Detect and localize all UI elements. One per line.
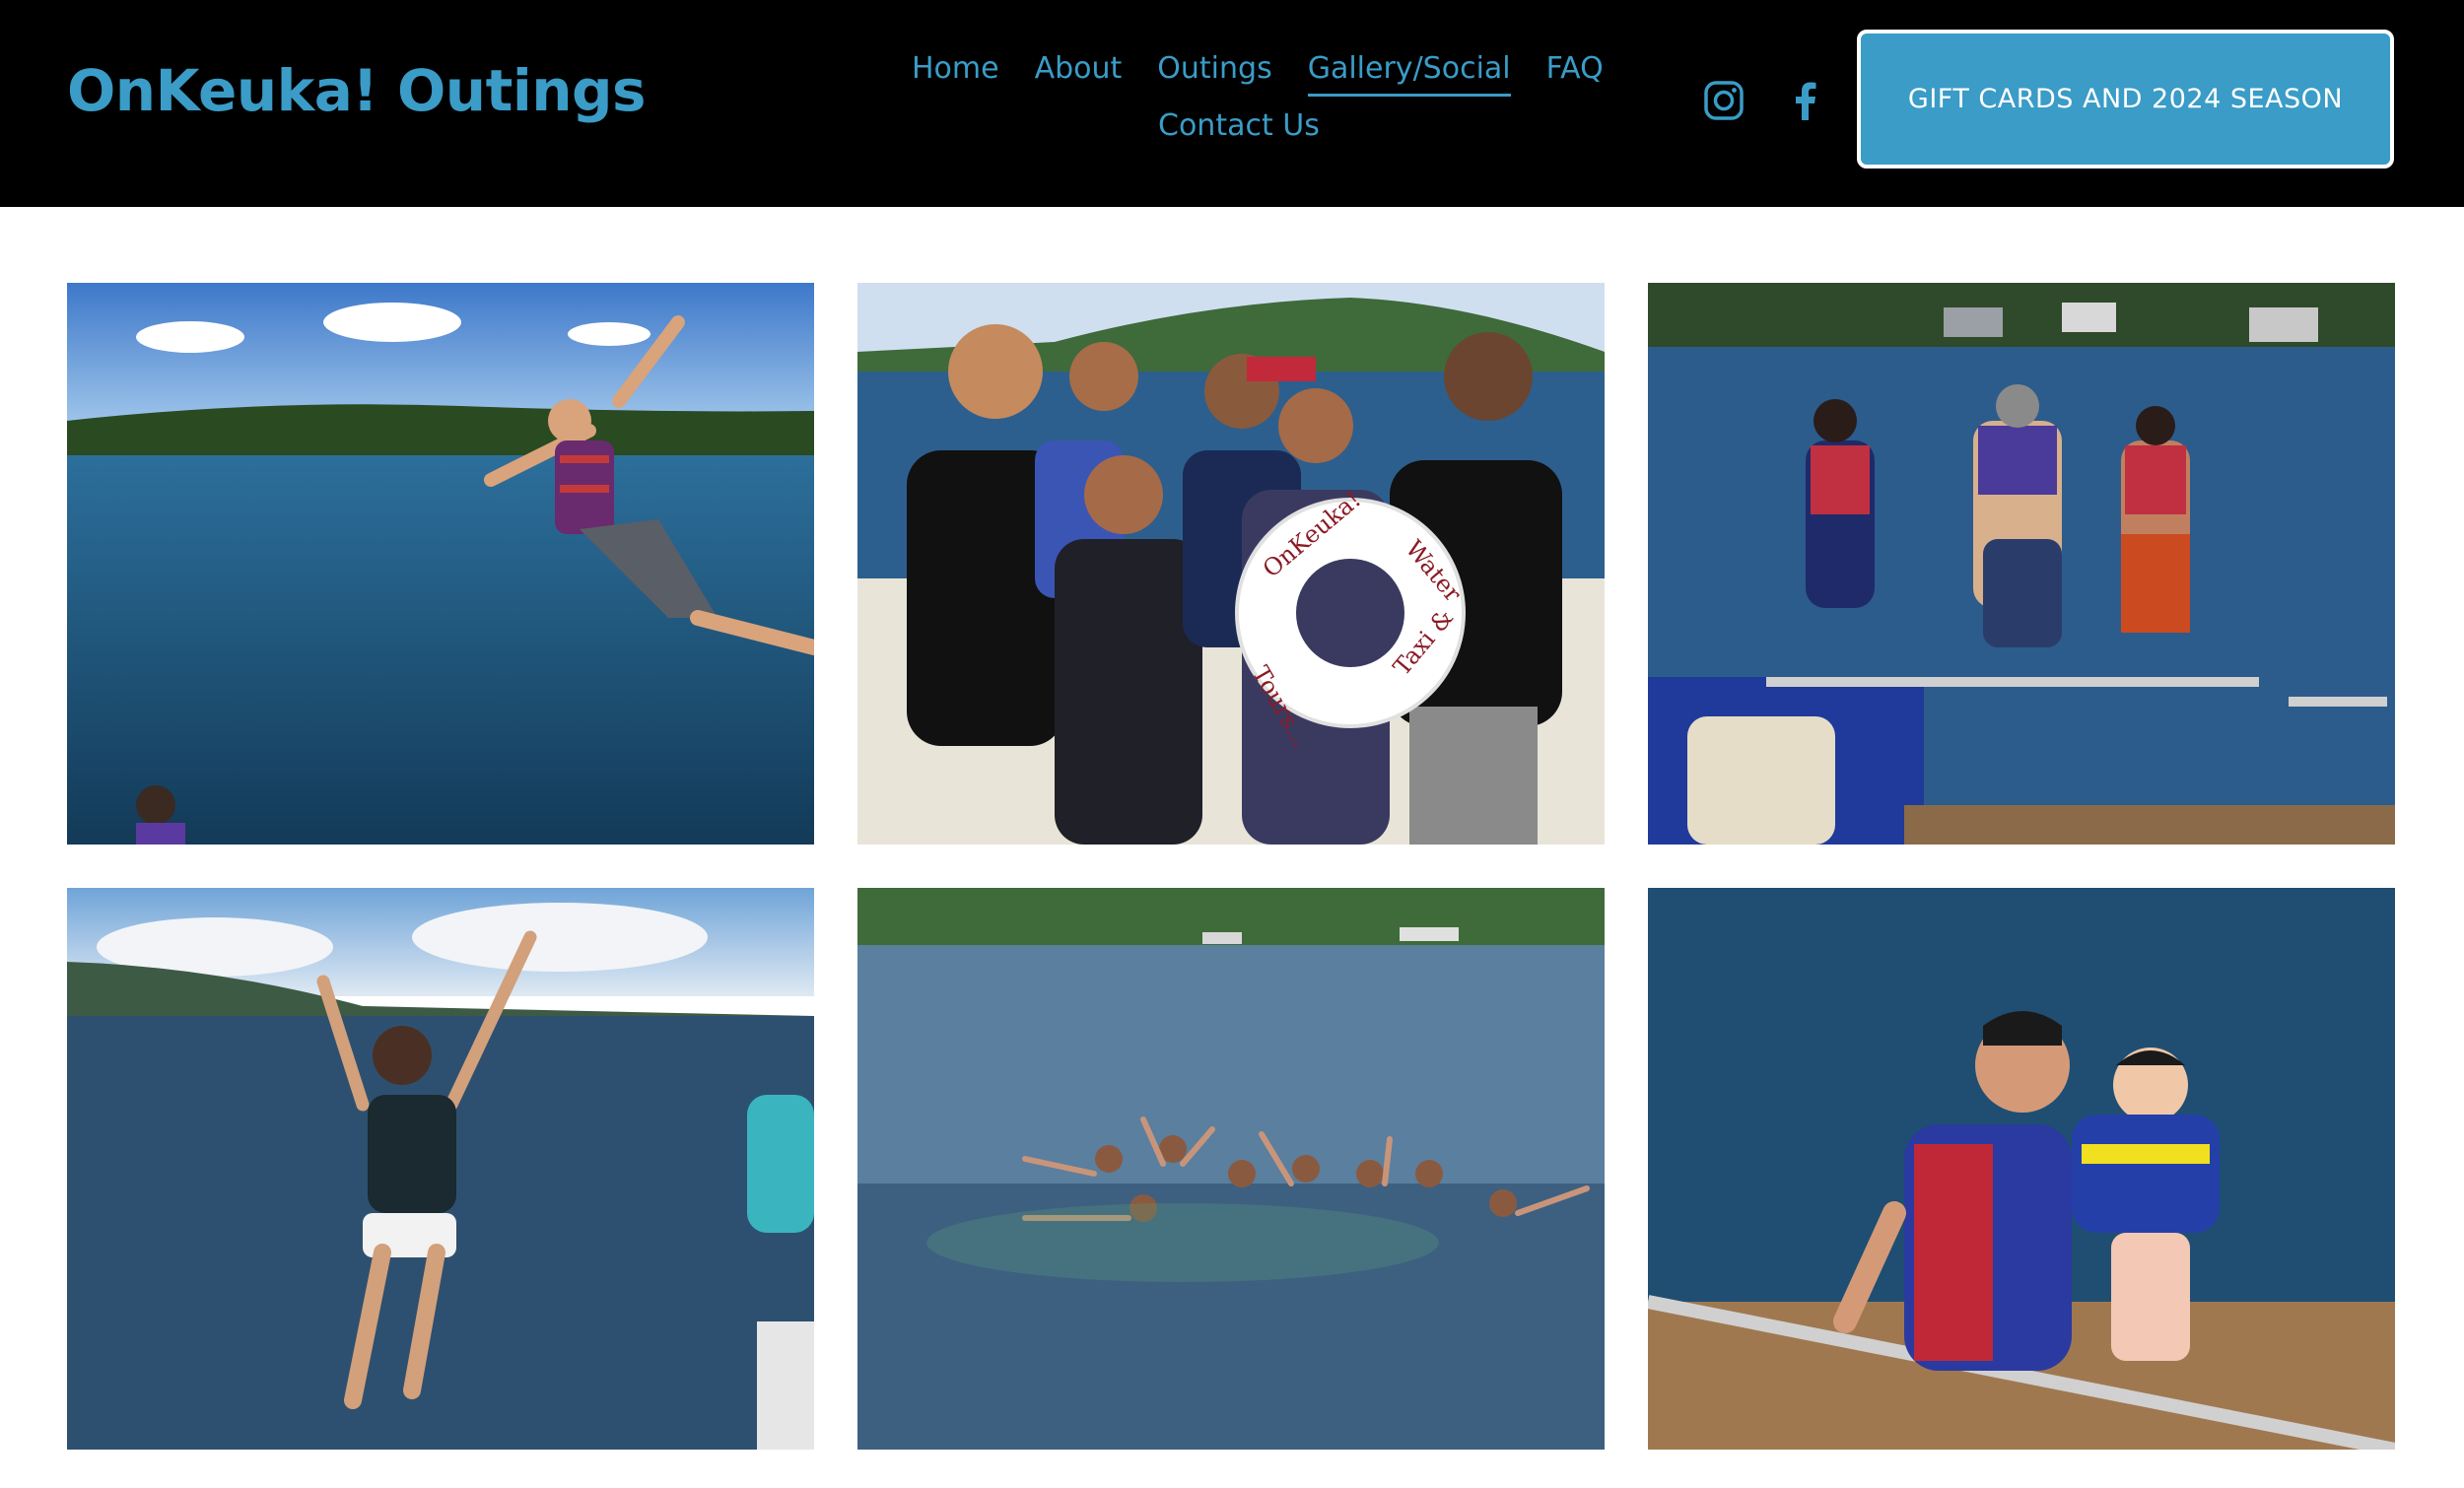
- site-header: OnKeuka! Outings Home About Outings Gall…: [0, 0, 2464, 207]
- instagram-icon[interactable]: [1702, 79, 1745, 122]
- photo-man-jumping: [67, 283, 814, 845]
- nav-home[interactable]: Home: [912, 51, 999, 97]
- facebook-icon[interactable]: [1784, 79, 1827, 122]
- site-logo[interactable]: OnKeuka! Outings: [67, 57, 647, 124]
- nav-contact-us[interactable]: Contact Us: [1158, 108, 1320, 151]
- nav-gallery-social[interactable]: Gallery/Social: [1307, 51, 1511, 97]
- main-nav-row-2: Contact Us: [1158, 108, 1320, 151]
- photo-family-life-ring: OnKeuka! Water Taxi & Tours...: [857, 283, 1605, 845]
- gallery-photo-4[interactable]: [67, 888, 814, 1450]
- gift-cards-button[interactable]: GIFT CARDS AND 2024 SEASON: [1857, 30, 2394, 169]
- nav-outings[interactable]: Outings: [1157, 51, 1271, 97]
- nav-about[interactable]: About: [1035, 51, 1123, 97]
- gallery-photo-1[interactable]: [67, 283, 814, 845]
- photo-three-jumping: [1648, 283, 2395, 845]
- gallery-photo-5[interactable]: [857, 888, 1605, 1450]
- main-nav: Home About Outings Gallery/Social FAQ: [912, 51, 1604, 97]
- nav-faq[interactable]: FAQ: [1546, 51, 1604, 97]
- photo-group-swimming: [857, 888, 1605, 1450]
- gallery-photo-6[interactable]: [1648, 888, 2395, 1450]
- photo-man-with-baby: [1648, 888, 2395, 1450]
- gallery-photo-2[interactable]: OnKeuka! Water Taxi & Tours...: [857, 283, 1605, 845]
- gallery-photo-3[interactable]: [1648, 283, 2395, 845]
- photo-gallery: OnKeuka! Water Taxi & Tours...: [67, 283, 2395, 1450]
- photo-woman-jumping: [67, 888, 814, 1450]
